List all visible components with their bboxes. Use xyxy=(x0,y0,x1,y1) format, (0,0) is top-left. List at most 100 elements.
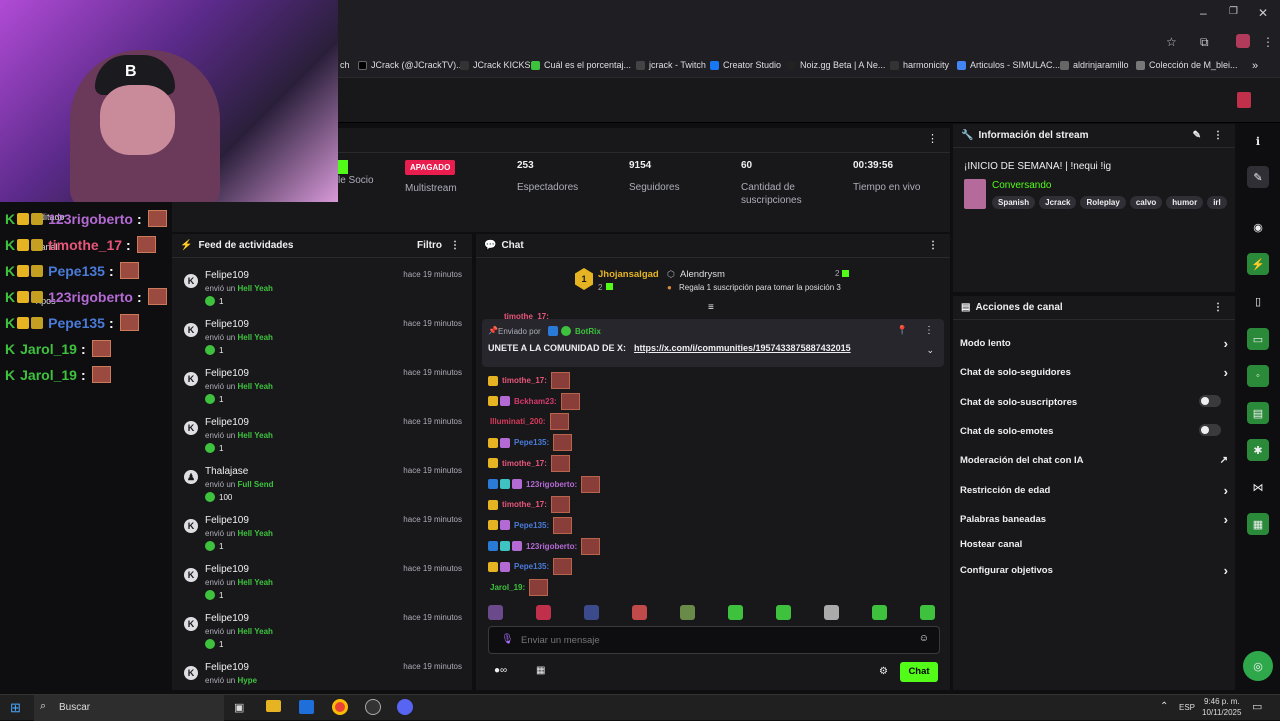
send-chat-button[interactable]: Chat xyxy=(900,662,938,682)
info-icon[interactable]: ℹ xyxy=(1247,130,1269,152)
bookmark[interactable]: Articulos - SIMULAC... xyxy=(957,60,1060,70)
emote-icon[interactable] xyxy=(488,605,503,620)
document-icon[interactable]: ▯ xyxy=(1247,290,1269,312)
chat-username[interactable]: timothe_17: xyxy=(502,459,547,468)
edit-icon[interactable]: ✎ xyxy=(1247,166,1269,188)
more-options-icon[interactable]: ⋮ xyxy=(924,325,934,336)
menu-icon[interactable]: ⋮ xyxy=(1262,35,1274,49)
toggle-switch[interactable] xyxy=(1199,424,1221,436)
emote-icon[interactable] xyxy=(728,605,743,620)
channel-action-item[interactable]: Modo lento › xyxy=(960,336,1228,351)
bookmark[interactable]: Cuál es el porcentaj... xyxy=(531,60,631,70)
emoji-icon[interactable]: ☺ xyxy=(919,633,929,644)
store-icon[interactable]: ▦ xyxy=(536,665,545,676)
chat-input-container[interactable]: 🎙 ☺ xyxy=(488,626,940,654)
leader-1-name[interactable]: Jhojansalgad xyxy=(598,269,659,280)
channel-action-item[interactable]: Chat de solo-suscriptores xyxy=(960,395,1228,408)
chat-username[interactable]: Bckham23: xyxy=(514,397,557,406)
chat-username[interactable]: timothe_17: xyxy=(502,500,547,509)
layout-icon[interactable]: ▤ xyxy=(1247,402,1269,424)
more-options-icon[interactable]: ⋮ xyxy=(1213,302,1223,313)
bookmark[interactable]: JCrack (@JCrackTV)... xyxy=(358,60,464,70)
channel-action-item[interactable]: Palabras baneadas › xyxy=(960,512,1228,527)
clock-date[interactable]: 10/11/2025 xyxy=(1202,708,1241,717)
gift-prompt[interactable]: Regala 1 suscripción para tomar la posic… xyxy=(679,283,841,292)
emote-icon[interactable] xyxy=(920,605,935,620)
chat-input[interactable] xyxy=(521,631,901,649)
bookmark[interactable]: aldrinjaramillo xyxy=(1060,60,1129,70)
more-options-icon[interactable]: ⋮ xyxy=(450,240,460,251)
windows-start-icon[interactable]: ⊞ xyxy=(10,700,21,716)
profile-icon[interactable] xyxy=(1236,34,1250,48)
star-icon[interactable]: ☆ xyxy=(1166,35,1177,49)
camera-icon[interactable]: ◉ xyxy=(1247,216,1269,238)
chat-username[interactable]: Pepe135: xyxy=(514,562,549,571)
feed-item[interactable]: K Felipe109 envió un Hell Yeah 1 hace 19 min… xyxy=(172,360,472,409)
clock-time[interactable]: 9:46 p. m. xyxy=(1204,697,1240,706)
notification-icon[interactable]: ▭ xyxy=(1252,700,1262,713)
search-box[interactable]: ⌕ Buscar xyxy=(34,695,224,721)
emote-icon[interactable] xyxy=(536,605,551,620)
bolt-icon[interactable]: ⚡ xyxy=(1247,253,1269,275)
feed-item[interactable]: K Felipe109 envió un Hell Yeah 1 hace 19 min… xyxy=(172,409,472,458)
wrench-icon[interactable]: ✱ xyxy=(1247,439,1269,461)
kick-logo-icon[interactable] xyxy=(1237,92,1251,108)
bookmark[interactable]: harmonicity xyxy=(890,60,949,70)
bookmark[interactable]: ch xyxy=(340,60,350,70)
external-link-icon[interactable]: ↗ xyxy=(1220,455,1228,466)
settings-icon[interactable]: ⚙ xyxy=(879,666,888,677)
emote-icon[interactable] xyxy=(824,605,839,620)
more-options-icon[interactable]: ⋮ xyxy=(928,240,938,251)
collapse-icon[interactable]: ≡ xyxy=(708,302,714,313)
chevron-right-icon[interactable]: › xyxy=(1224,365,1228,380)
chat-username[interactable]: Pepe135: xyxy=(514,438,549,447)
minimize-icon[interactable]: – xyxy=(1200,6,1207,20)
bookmark[interactable]: JCrack KICKS xyxy=(460,60,531,70)
video-icon[interactable]: ▦ xyxy=(1247,513,1269,535)
feed-item[interactable]: K Felipe109 envió un Hell Yeah 1 hace 19 min… xyxy=(172,311,472,360)
toggle-switch[interactable] xyxy=(1199,395,1221,407)
chevron-up-icon[interactable]: ⌃ xyxy=(1160,701,1168,712)
pinned-username[interactable]: BotRix xyxy=(575,327,601,336)
feed-item[interactable]: K Felipe109 envió un Hell Yeah 1 hace 19 min… xyxy=(172,605,472,654)
broadcast-icon[interactable]: ◦ xyxy=(1247,365,1269,387)
channel-action-item[interactable]: Hostear canal xyxy=(960,539,1228,550)
filter-button[interactable]: Filtro xyxy=(417,240,442,251)
stream-tag[interactable]: Roleplay xyxy=(1080,196,1126,209)
feed-item[interactable]: ♟ Thalajase envió un Full Send 100 hace 19 m… xyxy=(172,458,472,507)
emote-icon[interactable] xyxy=(584,605,599,620)
more-options-icon[interactable]: ⋮ xyxy=(1213,130,1223,141)
chevron-down-icon[interactable]: ⌄ xyxy=(926,345,934,356)
predictions-icon[interactable]: ●∞ xyxy=(494,665,507,676)
channel-action-item[interactable]: Chat de solo-seguidores › xyxy=(960,365,1228,380)
close-icon[interactable]: ✕ xyxy=(1258,6,1268,20)
stream-tag[interactable]: irl xyxy=(1207,196,1227,209)
chrome-icon[interactable] xyxy=(332,699,348,715)
mic-icon[interactable]: 🎙 xyxy=(501,634,514,645)
channel-action-item[interactable]: Chat de solo-emotes xyxy=(960,424,1228,437)
feed-item[interactable]: K Felipe109 envió un Hell Yeah 1 hace 19 min… xyxy=(172,507,472,556)
chat-username[interactable]: 123rigoberto: xyxy=(526,480,577,489)
feed-item[interactable]: K Felipe109 envió un Hell Yeah 1 hace 19 min… xyxy=(172,262,472,311)
category-name[interactable]: Conversando xyxy=(992,180,1051,191)
outlook-icon[interactable] xyxy=(299,700,314,714)
file-explorer-icon[interactable] xyxy=(266,700,281,712)
chevron-right-icon[interactable]: › xyxy=(1224,563,1228,578)
chat-username[interactable]: Illuminati_200: xyxy=(490,417,546,426)
chat-username[interactable]: Jarol_19: xyxy=(490,583,525,592)
channel-action-item[interactable]: Restricción de edad › xyxy=(960,483,1228,498)
bookmark[interactable]: Colección de M_blei... xyxy=(1136,60,1238,70)
chat-username[interactable]: 123rigoberto: xyxy=(526,542,577,551)
task-view-icon[interactable]: ▣ xyxy=(234,701,244,714)
edit-icon[interactable]: ✎ xyxy=(1193,130,1201,141)
bookmark[interactable]: Noiz.gg Beta | A Ne... xyxy=(787,60,885,70)
bookmark[interactable]: jcrack - Twitch xyxy=(636,60,706,70)
chat-icon[interactable]: ▭ xyxy=(1247,328,1269,350)
emote-icon[interactable] xyxy=(776,605,791,620)
more-options-icon[interactable]: ⋮ xyxy=(927,132,938,145)
language-indicator[interactable]: ESP xyxy=(1179,703,1195,712)
emote-icon[interactable] xyxy=(680,605,695,620)
channel-action-item[interactable]: Moderación del chat con IA ↗ xyxy=(960,455,1228,466)
stream-tag[interactable]: Jcrack xyxy=(1039,196,1077,209)
chat-username[interactable]: Pepe135: xyxy=(514,521,549,530)
